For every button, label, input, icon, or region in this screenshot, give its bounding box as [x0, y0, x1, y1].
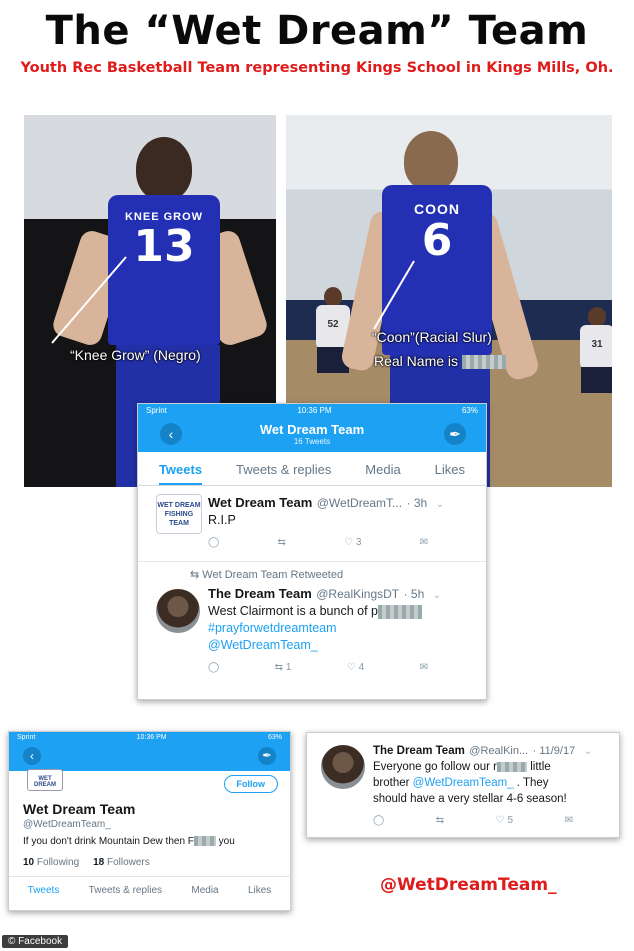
tweet-actions: ◯ ⇆ 1 ♡ 4 ✉	[208, 662, 428, 673]
tweet-text: R.I.P	[208, 513, 236, 527]
tweet-follow-brother[interactable]: The Dream Team @RealKin... · 11/9/17 ⌄ E…	[307, 733, 619, 832]
follow-button[interactable]: Follow	[223, 775, 278, 793]
page-title: The “Wet Dream” Team	[45, 8, 589, 54]
tweet-time: · 3h	[406, 496, 428, 510]
carrier: Sprint	[146, 406, 167, 415]
hashtag-link[interactable]: #prayforwetdreamteam	[208, 620, 476, 637]
profile-header: WET DREAM Follow	[9, 769, 290, 801]
tab-likes[interactable]: Likes	[435, 462, 465, 477]
status-time: 10:36 PM	[297, 406, 332, 415]
nav-bar: ‹ ✒	[9, 743, 290, 771]
tweet-handle: @RealKin...	[469, 745, 529, 757]
profile-handle: @WetDreamTeam_	[23, 819, 111, 830]
battery: 63%	[267, 734, 282, 741]
tweet-actions: ◯ ⇆ ♡ 3 ✉	[208, 537, 428, 548]
tweet-author[interactable]: The Dream Team	[373, 745, 465, 757]
annotation-coon: “Coon”(Racial Slur)	[372, 329, 492, 345]
profile-tabs: Tweets Tweets & replies Media Likes	[9, 876, 290, 900]
twitter-single-tweet-screenshot: The Dream Team @RealKin... · 11/9/17 ⌄ E…	[306, 732, 620, 838]
tweet-time: · 5h	[403, 587, 425, 601]
tweet-west-clairmont[interactable]: The Dream Team @RealKingsDT · 5h ⌄ West …	[138, 581, 486, 679]
censored-word	[193, 836, 216, 847]
profile-name: Wet Dream Team	[23, 801, 136, 817]
tab-media[interactable]: Media	[365, 462, 400, 477]
avatar[interactable]	[321, 745, 365, 789]
avatar[interactable]	[156, 589, 200, 633]
following-stat[interactable]: 10 Following	[23, 857, 79, 868]
tweet-date: · 11/9/17	[532, 745, 576, 757]
profile-bio: If you don't drink Mountain Dew then F y…	[23, 836, 235, 847]
message-icon[interactable]: ✉	[565, 815, 573, 826]
censored-word	[377, 604, 422, 619]
annotation-real-name: Real Name is	[374, 353, 506, 370]
tab-tweets[interactable]: Tweets	[28, 885, 60, 896]
follow-stats: 10 Following 18 Followers	[23, 857, 276, 868]
message-icon[interactable]: ✉	[420, 662, 428, 673]
tweet-text: Everyone go follow our r little brother …	[373, 761, 567, 805]
status-time: 10:36 PM	[136, 734, 167, 741]
tab-tweets-replies[interactable]: Tweets & replies	[236, 462, 331, 477]
tweet-count: 16 Tweets	[293, 437, 331, 446]
mention-link[interactable]: @WetDreamTeam_	[208, 637, 476, 654]
tab-media[interactable]: Media	[191, 885, 218, 896]
followers-stat[interactable]: 18 Followers	[93, 857, 150, 868]
reply-icon[interactable]: ◯	[208, 662, 219, 673]
tweet-handle: @RealKingsDT	[316, 587, 400, 601]
tab-likes[interactable]: Likes	[248, 885, 271, 896]
status-bar: Sprint 10:36 PM 63%	[138, 404, 486, 417]
reply-icon[interactable]: ◯	[208, 537, 219, 548]
tweet-author[interactable]: The Dream Team	[208, 586, 312, 601]
retweet-icon[interactable]: ⇆	[277, 537, 285, 548]
chevron-down-icon[interactable]: ⌄	[584, 746, 592, 757]
nav-bar: ‹ Wet Dream Team 16 Tweets ✒	[138, 417, 486, 452]
compose-icon[interactable]: ✒	[258, 747, 276, 765]
like-count: 4	[358, 662, 365, 673]
tab-tweets[interactable]: Tweets	[158, 462, 203, 485]
tweet-text: West Clairmont is a bunch of p	[208, 603, 476, 620]
reply-icon[interactable]: ◯	[373, 815, 384, 826]
status-bar: Sprint 10:36 PM 63%	[9, 732, 290, 743]
mention-link[interactable]: @WetDreamTeam_	[413, 777, 514, 789]
censored-word	[497, 761, 528, 772]
tweet-author[interactable]: Wet Dream Team	[208, 495, 312, 510]
blurred-name	[461, 355, 506, 370]
like-icon[interactable]: ♡ 3	[344, 537, 361, 548]
carrier: Sprint	[17, 734, 36, 741]
like-icon[interactable]: ♡ 4	[347, 662, 364, 673]
battery: 63%	[461, 406, 478, 415]
profile-logo: WET DREAM	[27, 769, 63, 791]
annotation-knee-grow: “Knee Grow” (Negro)	[70, 347, 201, 363]
retweet-icon: ⇆	[190, 569, 200, 581]
image-credit: © Facebook	[2, 935, 69, 948]
compose-icon[interactable]: ✒	[444, 423, 466, 445]
twitter-profile-screenshot: Sprint 10:36 PM 63% ‹ ✒ WET DREAM Follow…	[8, 731, 291, 911]
tweet-rip[interactable]: WET DREAM FISHING TEAM Wet Dream Team @W…	[138, 486, 486, 562]
like-icon[interactable]: ♡ 5	[496, 815, 513, 826]
avatar[interactable]: WET DREAM FISHING TEAM	[156, 494, 202, 534]
chevron-down-icon[interactable]: ⌄	[436, 499, 444, 510]
twitter-feed-screenshot: Sprint 10:36 PM 63% ‹ Wet Dream Team 16 …	[137, 403, 487, 700]
retweet-icon[interactable]: ⇆	[436, 815, 444, 826]
retweet-icon[interactable]: ⇆ 1	[275, 662, 292, 673]
profile-tabs: Tweets Tweets & replies Media Likes	[138, 452, 486, 486]
chevron-down-icon[interactable]: ⌄	[433, 590, 441, 601]
message-icon[interactable]: ✉	[420, 537, 428, 548]
retweet-count: 1	[285, 662, 292, 673]
back-arrow-icon[interactable]: ‹	[23, 747, 41, 765]
page-subtitle: Youth Rec Basketball Team representing K…	[20, 60, 614, 76]
like-count: 5	[507, 815, 514, 826]
tweet-actions: ◯ ⇆ ♡ 5 ✉	[373, 815, 573, 826]
retweeted-indicator: ⇆ Wet Dream Team Retweeted	[190, 569, 344, 581]
tweet-handle: @WetDreamT...	[316, 496, 403, 510]
handle-callout: @WetDreamTeam_	[380, 875, 557, 895]
tab-tweets-replies[interactable]: Tweets & replies	[89, 885, 162, 896]
nav-title: Wet Dream Team	[259, 422, 365, 437]
like-count: 3	[355, 537, 362, 548]
